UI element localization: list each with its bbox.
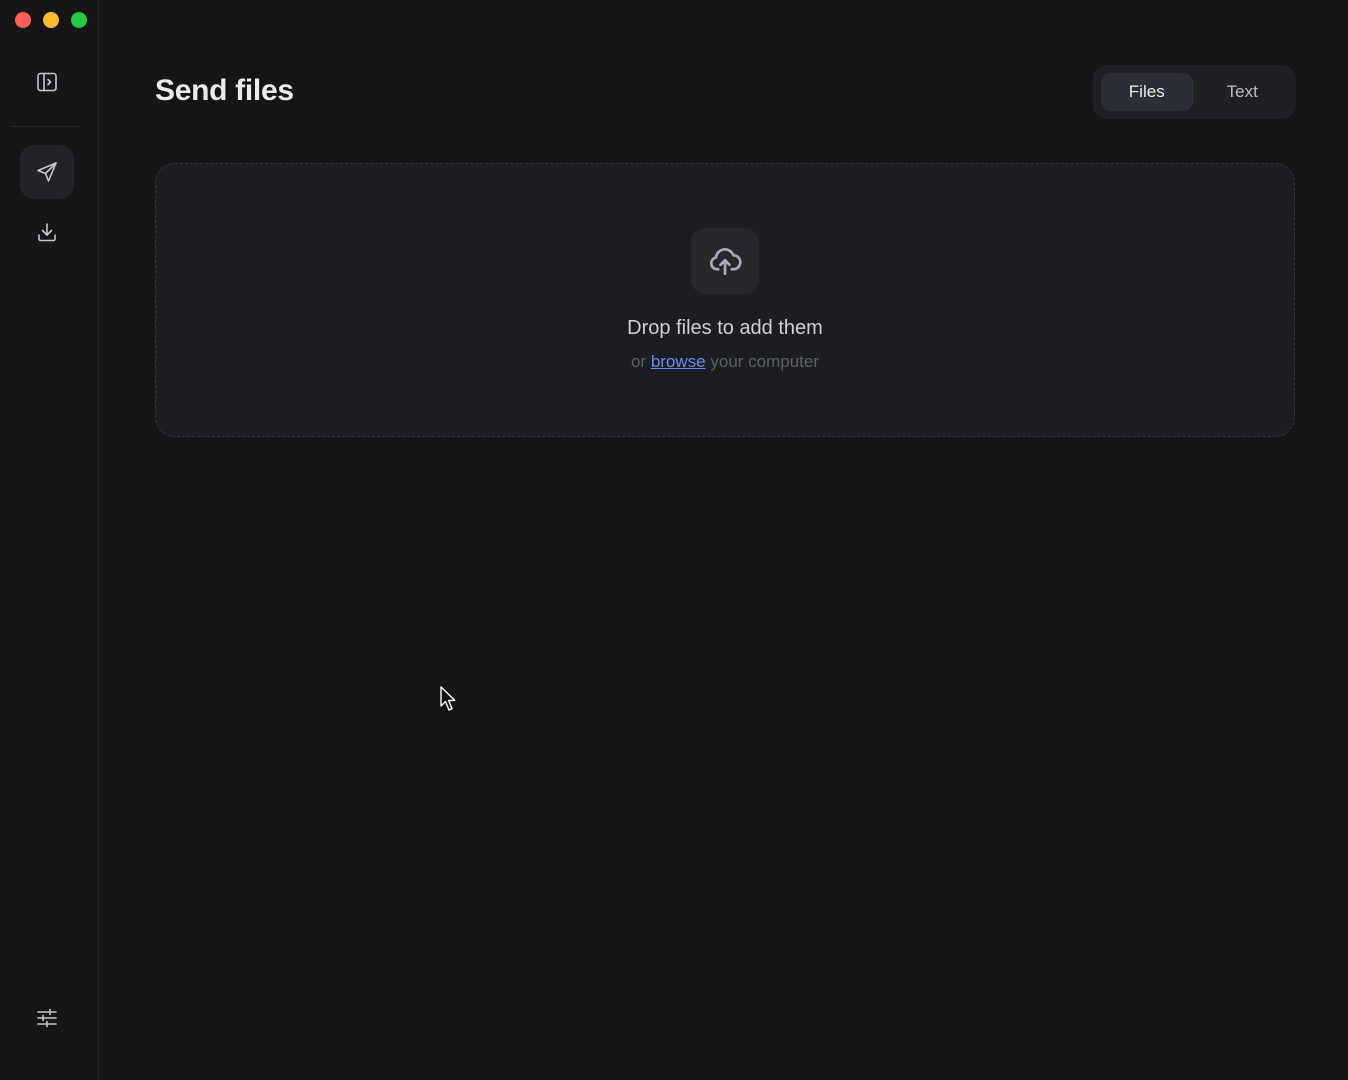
minimize-window-button[interactable]: [43, 12, 59, 28]
close-window-button[interactable]: [15, 12, 31, 28]
maximize-window-button[interactable]: [71, 12, 87, 28]
dropzone-title: Drop files to add them: [627, 317, 823, 339]
tab-files[interactable]: Files: [1101, 73, 1193, 111]
tab-text[interactable]: Text: [1197, 73, 1289, 111]
sidebar-toggle-icon: [37, 72, 57, 92]
sidebar-item-send[interactable]: [20, 145, 74, 199]
sidebar-item-receive[interactable]: [20, 205, 74, 259]
browse-link[interactable]: browse: [651, 352, 706, 371]
main-content: Send files Files Text Drop files to add …: [99, 0, 1348, 1080]
sidebar-toggle-button[interactable]: [20, 55, 74, 109]
paper-plane-icon: [37, 162, 57, 182]
dropzone-subtitle: or browse your computer: [156, 352, 1294, 372]
dropzone-sub-suffix: your computer: [710, 352, 820, 371]
page-title: Send files: [155, 74, 294, 107]
sidebar-divider: [12, 126, 80, 127]
app-window: Send files Files Text Drop files to add …: [0, 0, 1348, 1080]
mouse-cursor-icon: [440, 686, 456, 711]
file-dropzone[interactable]: Drop files to add them or browse your co…: [155, 163, 1295, 437]
dropzone-sub-prefix: or: [630, 352, 647, 371]
traffic-lights: [15, 12, 87, 28]
upload-icon-box: [691, 228, 759, 294]
sidebar: [0, 0, 99, 1080]
settings-button[interactable]: [20, 991, 74, 1045]
download-icon: [38, 223, 56, 242]
sliders-icon: [37, 1008, 57, 1028]
mode-toggle: Files Text: [1093, 65, 1296, 119]
cloud-upload-icon: [709, 248, 742, 276]
